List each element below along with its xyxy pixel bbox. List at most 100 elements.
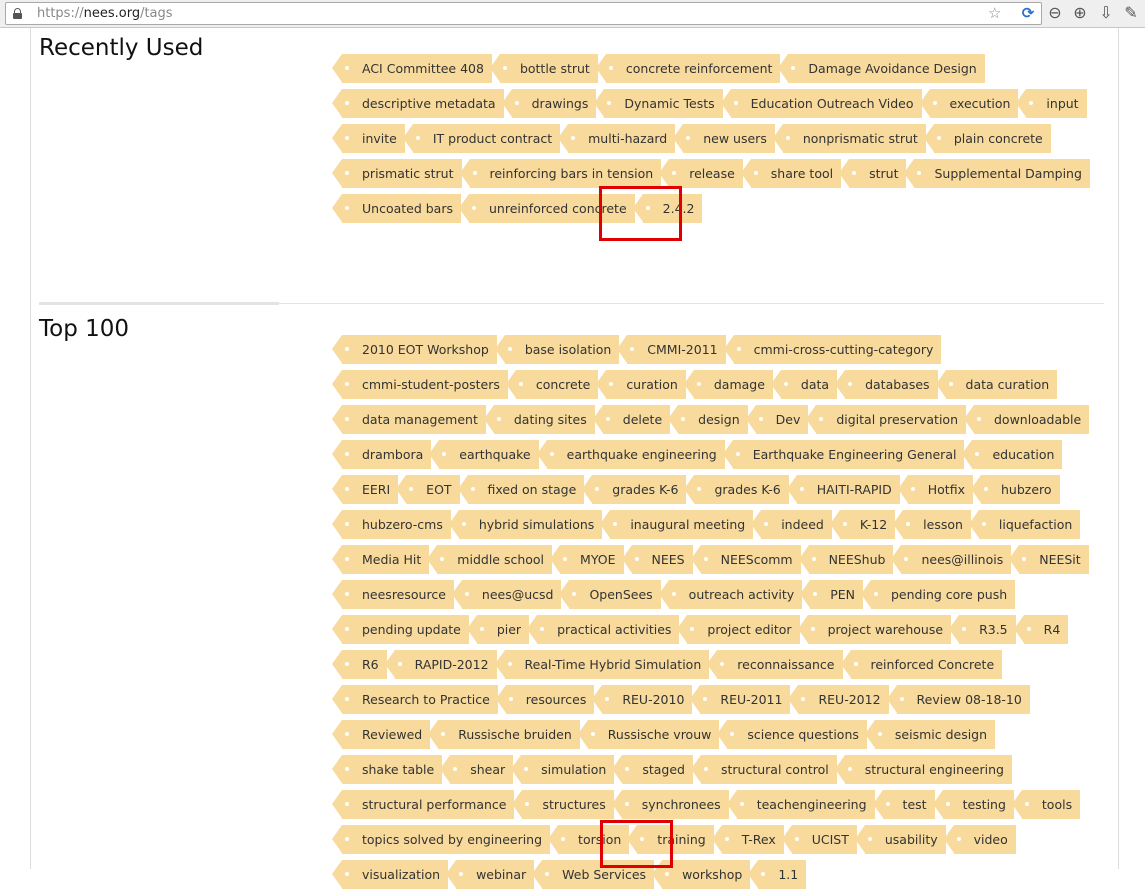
tag-link[interactable]: reinforced Concrete — [840, 650, 1003, 679]
tag-link[interactable]: hubzero — [971, 475, 1060, 504]
tag-link[interactable]: synchronees — [611, 790, 729, 819]
tag-link[interactable]: REU-2011 — [690, 685, 791, 714]
tag-link[interactable]: pending core push — [860, 580, 1016, 609]
tag-link[interactable]: indeed — [751, 510, 832, 539]
tag-link[interactable]: R4 — [1013, 615, 1069, 644]
tag-link[interactable]: lesson — [893, 510, 971, 539]
tag-link[interactable]: earthquake — [429, 440, 539, 469]
download-icon[interactable]: ⇩ — [1096, 3, 1116, 23]
tag-link[interactable]: reinforcing bars in tension — [459, 159, 662, 188]
tag-link[interactable]: science questions — [717, 720, 867, 749]
tag-link[interactable]: databases — [835, 370, 938, 399]
tag-link[interactable]: concrete reinforcement — [595, 54, 781, 83]
tag-link[interactable]: descriptive metadata — [332, 89, 504, 118]
tag-link[interactable]: Supplemental Damping — [904, 159, 1090, 188]
tools-icon[interactable]: ✎ — [1121, 3, 1141, 23]
tag-link[interactable]: Education Outreach Video — [720, 89, 922, 118]
tag-link[interactable]: webinar — [446, 860, 535, 889]
tag-link[interactable]: fixed on stage — [457, 475, 585, 504]
tag-link[interactable]: release — [659, 159, 743, 188]
tag-link[interactable]: data management — [332, 405, 486, 434]
tag-link[interactable]: Hotfix — [897, 475, 973, 504]
tag-link[interactable]: staged — [612, 755, 693, 784]
tag-link[interactable]: testing — [932, 790, 1014, 819]
tag-link[interactable]: pending update — [332, 615, 469, 644]
tag-link[interactable]: seismic design — [864, 720, 996, 749]
tag-link[interactable]: structural performance — [331, 790, 515, 819]
tag-link[interactable]: practical activities — [527, 615, 680, 644]
tag-link[interactable]: downloadable — [963, 405, 1090, 434]
tag-link[interactable]: 1.1 — [748, 860, 807, 889]
tag-link[interactable]: NEES — [621, 545, 693, 574]
tag-link[interactable]: concrete — [505, 370, 599, 399]
tag-link[interactable]: nonprismatic strut — [772, 124, 926, 153]
tag-link[interactable]: video — [943, 825, 1016, 854]
tag-link[interactable]: digital preservation — [806, 405, 966, 434]
tag-link[interactable]: 2010 EOT Workshop — [332, 335, 497, 364]
tag-link[interactable]: Dynamic Tests — [594, 89, 723, 118]
tag-link[interactable]: K-12 — [829, 510, 896, 539]
tag-link[interactable]: Dev — [745, 405, 809, 434]
tag-link[interactable]: share tool — [740, 159, 842, 188]
tag-link[interactable]: simulation — [511, 755, 615, 784]
tag-link[interactable]: earthquake engineering — [536, 440, 725, 469]
reload-icon[interactable]: ⟳ — [1020, 5, 1036, 21]
tag-link[interactable]: cmmi-student-posters — [332, 370, 508, 399]
tag-link[interactable]: reconnaissance — [707, 650, 843, 679]
tag-link[interactable]: education — [962, 440, 1063, 469]
tag-link[interactable]: NEESit — [1009, 545, 1089, 574]
tag-link[interactable]: neesresource — [332, 580, 454, 609]
tag-link[interactable]: curation — [596, 370, 686, 399]
tag-link[interactable]: workshop — [652, 860, 751, 889]
tag-link[interactable]: NEEScomm — [690, 545, 801, 574]
tag-link[interactable]: Media Hit — [331, 545, 430, 574]
tag-link[interactable]: structural engineering — [834, 755, 1012, 784]
bookmark-star-icon[interactable]: ☆ — [988, 3, 1001, 24]
tag-link[interactable]: REU-2010 — [592, 685, 693, 714]
tag-link[interactable]: ACI Committee 408 — [332, 54, 492, 83]
tag-link[interactable]: Reviewed — [331, 720, 431, 749]
tag-link[interactable]: R6 — [332, 650, 387, 679]
tag-link[interactable]: structures — [512, 790, 614, 819]
tag-link[interactable]: HAITI-RAPID — [786, 475, 900, 504]
tag-link[interactable]: input — [1016, 89, 1087, 118]
tag-link[interactable]: IT product contract — [402, 124, 561, 153]
tag-link[interactable]: plain concrete — [923, 124, 1051, 153]
tag-link[interactable]: nees@illinois — [891, 545, 1012, 574]
tag-link[interactable]: project warehouse — [797, 615, 952, 644]
tag-link[interactable]: usability — [854, 825, 946, 854]
zoom-in-icon[interactable]: ⊕ — [1070, 3, 1090, 23]
tag-link[interactable]: project editor — [677, 615, 800, 644]
tag-link[interactable]: nees@ucsd — [451, 580, 562, 609]
tag-link[interactable]: design — [668, 405, 748, 434]
tag-link[interactable]: execution — [919, 89, 1019, 118]
tag-link[interactable]: Uncoated bars — [332, 194, 461, 223]
tag-link[interactable]: invite — [332, 124, 405, 153]
tag-link[interactable]: NEEShub — [798, 545, 894, 574]
tag-link[interactable]: middle school — [427, 545, 553, 574]
tag-link[interactable]: EERI — [331, 475, 399, 504]
tag-link[interactable]: topics solved by engineering — [331, 825, 551, 854]
tag-link[interactable]: prismatic strut — [332, 159, 462, 188]
tag-link[interactable]: Russische bruiden — [428, 720, 580, 749]
tag-link[interactable]: teachengineering — [726, 790, 875, 819]
tag-link[interactable]: base isolation — [494, 335, 620, 364]
tag-link[interactable]: liquefaction — [968, 510, 1081, 539]
tag-link[interactable]: shake table — [331, 755, 443, 784]
tag-link[interactable]: strut — [839, 159, 907, 188]
tag-link[interactable]: delete — [592, 405, 671, 434]
tag-link[interactable]: damage — [683, 370, 773, 399]
tag-link[interactable]: grades K-6 — [582, 475, 687, 504]
tag-link[interactable]: MYOE — [549, 545, 624, 574]
tag-link[interactable]: structural control — [690, 755, 837, 784]
tag-link[interactable]: inaugural meeting — [600, 510, 754, 539]
tag-link[interactable]: dating sites — [483, 405, 595, 434]
tag-link[interactable]: RAPID-2012 — [384, 650, 497, 679]
tag-link[interactable]: test — [872, 790, 935, 819]
tag-link[interactable]: shear — [440, 755, 514, 784]
tag-link[interactable]: drawings — [501, 89, 597, 118]
tag-link[interactable]: R3.5 — [949, 615, 1016, 644]
tag-link[interactable]: Earthquake Engineering General — [722, 440, 965, 469]
tag-link[interactable]: EOT — [396, 475, 460, 504]
tag-link[interactable]: pier — [466, 615, 530, 644]
